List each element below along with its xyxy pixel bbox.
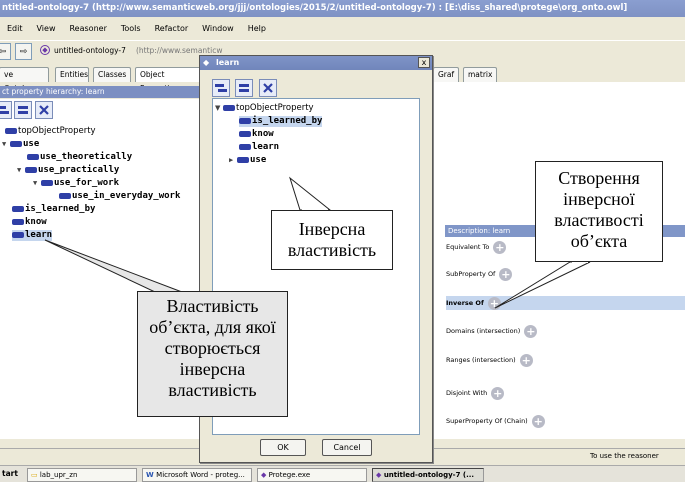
callout-inverse-property: Інверсна властивість [271,210,393,270]
callout-creating-inverse: Створення інверсної властивості об’єкта [535,161,663,262]
callout-property-for-which: Властивість об’єкта, для якої створюєтьс… [137,291,288,417]
